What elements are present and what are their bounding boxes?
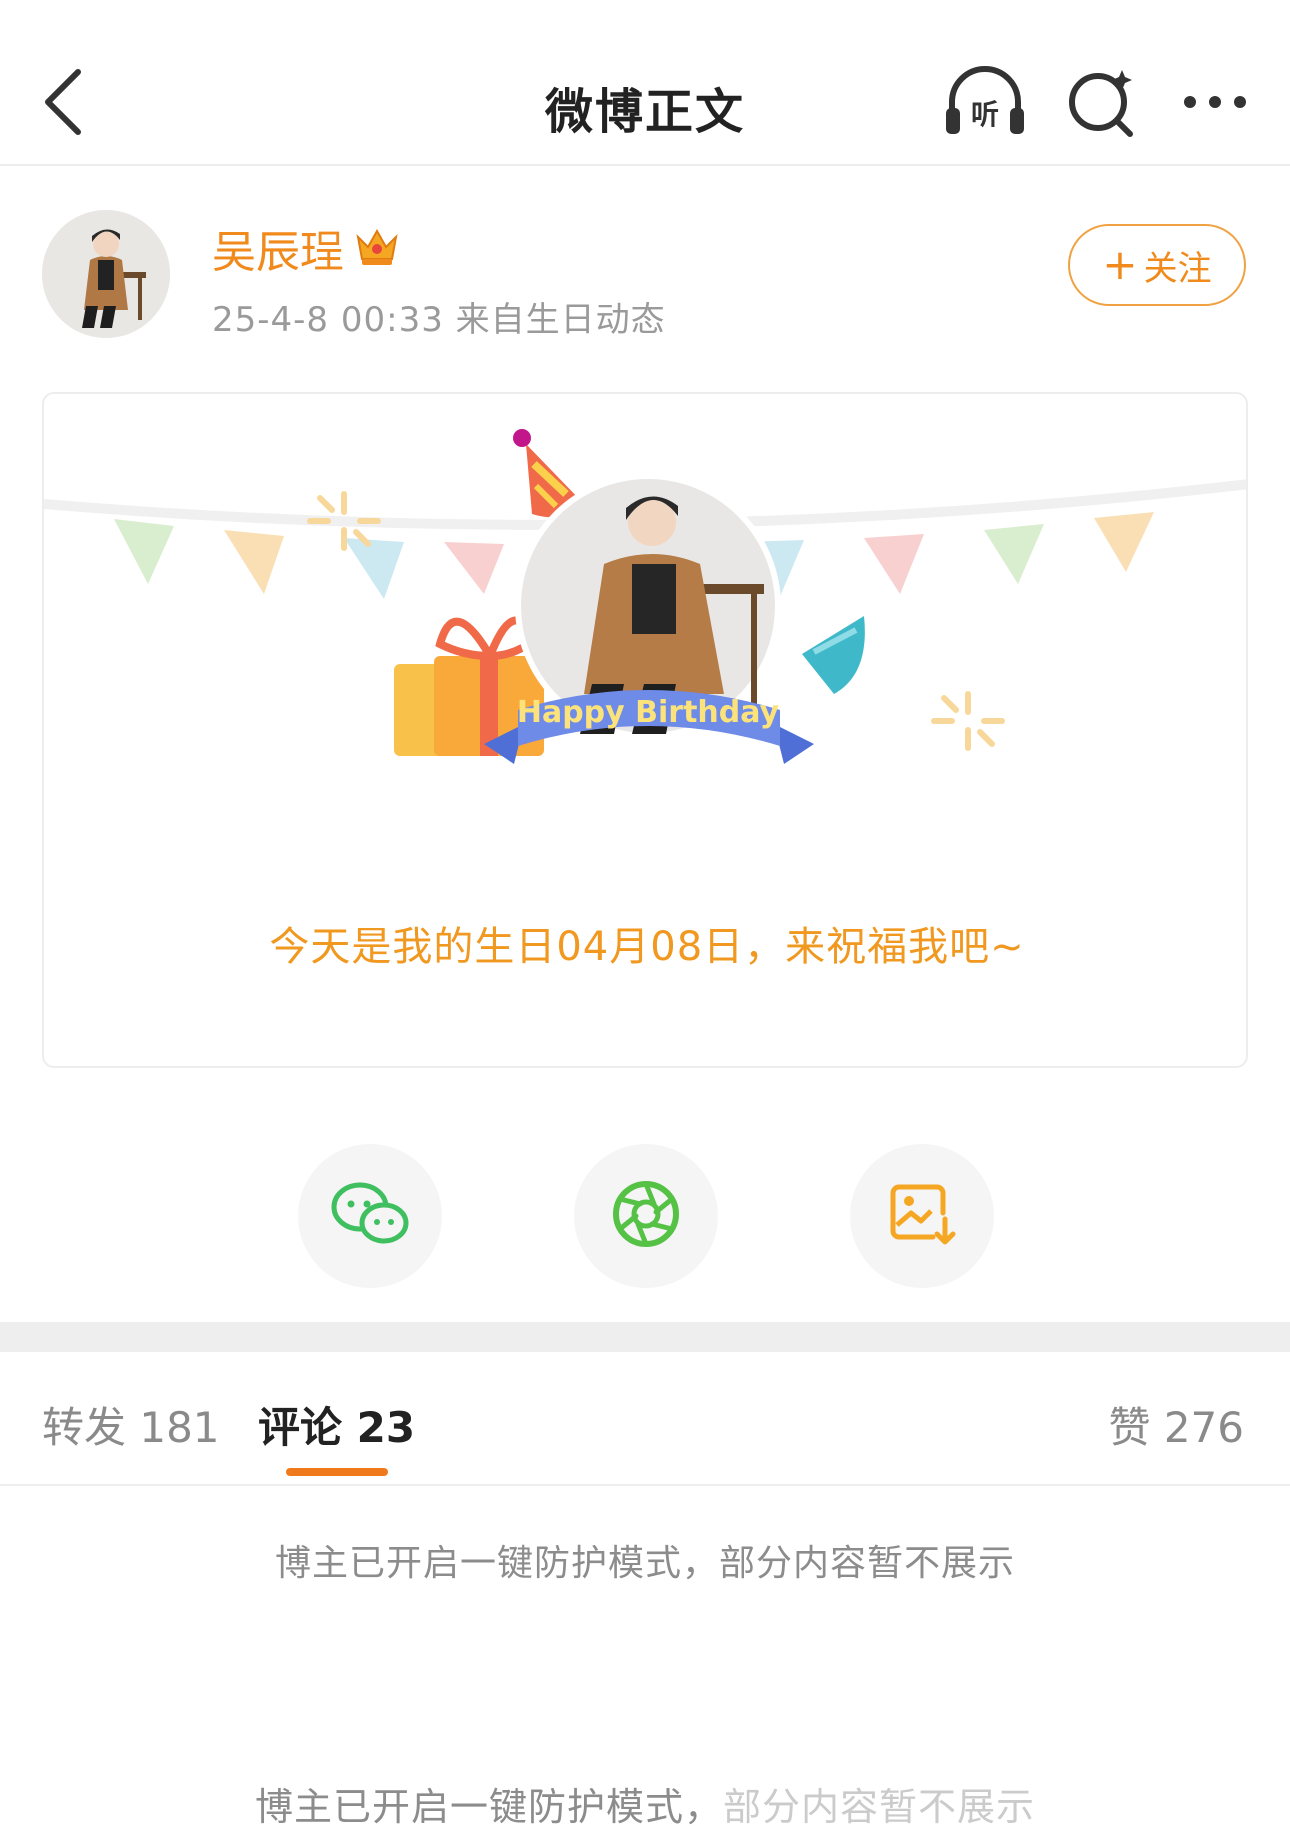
- save-image-button[interactable]: [850, 1144, 994, 1288]
- birthday-illustration: Happy Birthday: [44, 429, 1246, 764]
- moments-icon: [610, 1178, 682, 1254]
- follow-label: 关注: [1143, 248, 1212, 289]
- active-tab-indicator: [286, 1468, 388, 1476]
- tab-divider: [0, 1484, 1290, 1486]
- plus-icon: +: [1102, 240, 1138, 289]
- top-nav-bar: 微博正文 听: [0, 0, 1290, 166]
- wechat-icon: [330, 1179, 410, 1253]
- follow-button[interactable]: + 关注: [1068, 224, 1246, 306]
- save-image-icon: [887, 1179, 957, 1253]
- section-divider-band: [0, 1322, 1290, 1352]
- author-name-row: 吴辰珵: [212, 218, 400, 278]
- tab-reposts[interactable]: 转发 181: [42, 1394, 220, 1455]
- author-name[interactable]: 吴辰珵: [212, 216, 344, 280]
- listen-headphones-icon[interactable]: 听: [940, 62, 1030, 142]
- birthday-message: 今天是我的生日04月08日，来祝福我吧~: [269, 924, 1025, 970]
- post-meta: 25-4-8 00:33 来自生日动态: [212, 300, 666, 340]
- author-avatar[interactable]: [42, 210, 170, 338]
- listen-label: 听: [971, 98, 999, 131]
- tab-comments[interactable]: 评论 23: [258, 1394, 415, 1455]
- protection-notice: 博主已开启一键防护模式，部分内容暂不展示: [274, 1543, 1015, 1584]
- search-icon[interactable]: [1060, 62, 1150, 142]
- birthday-card[interactable]: Happy Birthday 今天是我的生日04月08日，来祝福我吧~: [42, 392, 1248, 1068]
- ribbon-text: Happy Birthday: [517, 695, 780, 730]
- tab-likes[interactable]: 赞 276: [1108, 1394, 1244, 1455]
- text-fade-overlay: [725, 1770, 1045, 1826]
- wechat-share-button[interactable]: [298, 1144, 442, 1288]
- more-dots-icon[interactable]: [1170, 62, 1260, 142]
- protection-notice-repeat: 博主已开启一键防护模式，部分内容暂不展示: [254, 1785, 1035, 1826]
- crown-badge-icon: [354, 225, 400, 271]
- moments-share-button[interactable]: [574, 1144, 718, 1288]
